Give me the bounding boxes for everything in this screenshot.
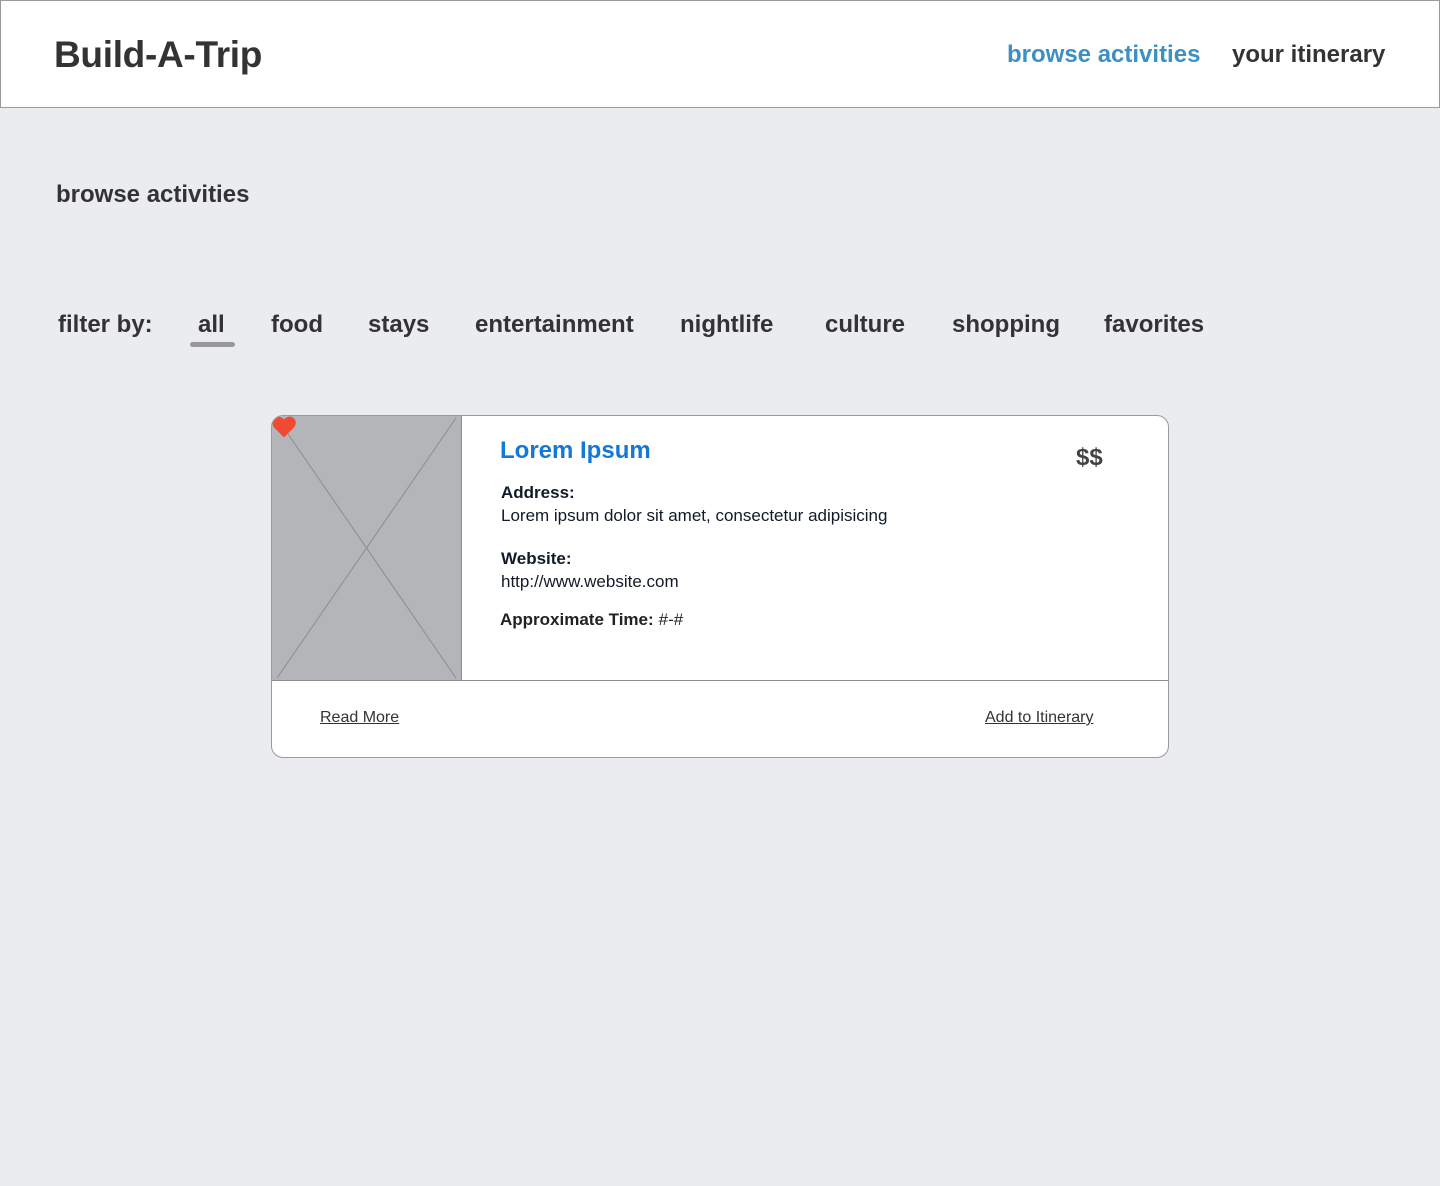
filter-label: filter by: (58, 311, 153, 338)
brand-logo[interactable]: Build-A-Trip (54, 33, 262, 77)
filter-tab-culture[interactable]: culture (825, 311, 905, 339)
filter-tab-nightlife[interactable]: nightlife (680, 311, 773, 339)
website-link[interactable]: http://www.website.com (501, 572, 679, 592)
top-nav-bar: Build-A-Trip browse activities your itin… (0, 0, 1440, 108)
approximate-time-label: Approximate Time: (500, 610, 654, 629)
address-value: Lorem ipsum dolor sit amet, consectetur … (501, 506, 888, 525)
approximate-time: Approximate Time: #-# (500, 610, 683, 630)
filter-tab-food[interactable]: food (271, 311, 323, 339)
price-level: $$ (1076, 444, 1103, 471)
image-placeholder-icon (272, 416, 462, 680)
page-title: browse activities (56, 181, 250, 208)
filter-tab-shopping[interactable]: shopping (952, 311, 1060, 339)
activity-card: Lorem Ipsum $$ Address: Lorem ipsum dolo… (271, 415, 1169, 758)
approximate-time-value: #-# (658, 610, 683, 629)
filter-active-indicator (190, 342, 235, 347)
add-to-itinerary-link[interactable]: Add to Itinerary (985, 708, 1094, 728)
filter-tab-favorites[interactable]: favorites (1104, 311, 1204, 339)
filter-tab-stays[interactable]: stays (368, 311, 429, 339)
nav-browse-activities[interactable]: browse activities (1007, 41, 1200, 69)
nav-your-itinerary[interactable]: your itinerary (1232, 41, 1385, 69)
filter-tab-all[interactable]: all (198, 311, 225, 339)
heart-icon[interactable] (272, 416, 296, 438)
card-divider (272, 680, 1168, 681)
read-more-link[interactable]: Read More (320, 708, 399, 728)
website-label: Website: (501, 549, 572, 568)
activity-title[interactable]: Lorem Ipsum (500, 437, 651, 465)
image-placeholder-cross (276, 417, 457, 679)
address-label: Address: (501, 483, 575, 502)
filter-tab-entertainment[interactable]: entertainment (475, 311, 634, 339)
